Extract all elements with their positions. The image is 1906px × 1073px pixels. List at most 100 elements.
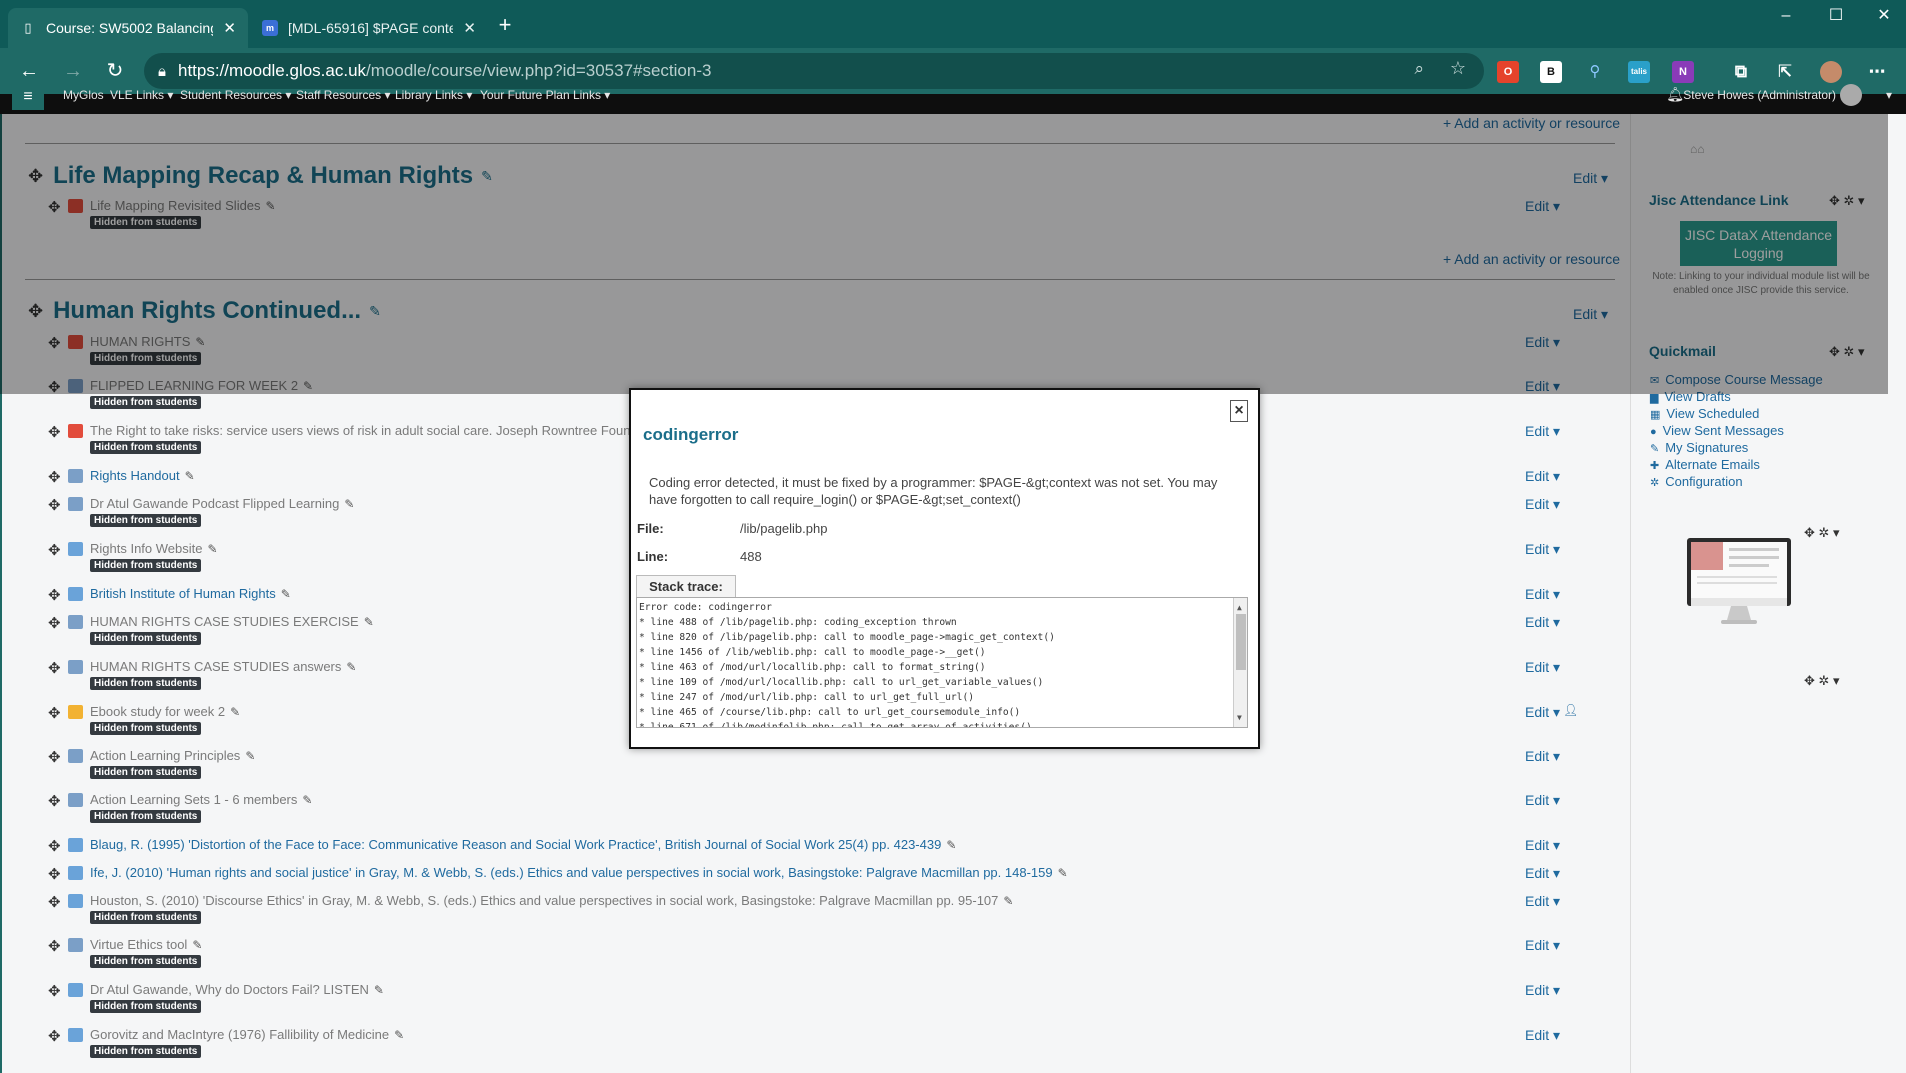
chevron-down-icon[interactable]: ▾ — [1886, 88, 1892, 102]
tab-mdl-tracker[interactable]: m [MDL-65916] $PAGE context erro ✕ — [250, 8, 488, 48]
move-icon[interactable]: ✥ — [48, 496, 61, 514]
activity-name[interactable]: HUMAN RIGHTS CASE STUDIES EXERCISE — [90, 614, 359, 629]
edit-pencil-icon[interactable]: ✎ — [374, 983, 384, 997]
activity-edit-menu[interactable]: Edit ▾ — [1525, 423, 1560, 440]
edit-pencil-icon[interactable]: ✎ — [230, 705, 240, 719]
activity-edit-menu[interactable]: Edit ▾ — [1525, 893, 1560, 910]
edit-pencil-icon[interactable]: ✎ — [302, 793, 312, 807]
favorite-star-icon[interactable]: ☆ — [1450, 58, 1466, 79]
zoom-icon[interactable]: ⌕ — [1414, 59, 1424, 79]
move-icon[interactable]: ✥ — [48, 586, 61, 604]
modal-backdrop[interactable] — [0, 114, 1888, 394]
minimize-button[interactable]: – — [1762, 0, 1810, 32]
onenote-extension-icon[interactable]: N — [1672, 61, 1694, 83]
tab-course[interactable]: ▯ Course: SW5002 Balancing Right ✕ — [8, 8, 248, 48]
activity-edit-menu[interactable]: Edit ▾ — [1525, 496, 1560, 513]
activity-link[interactable]: Dr Atul Gawande, Why do Doctors Fail? LI… — [90, 982, 384, 997]
quickmail-item[interactable]: ✎ My Signatures — [1650, 440, 1748, 455]
activity-name[interactable]: Rights Handout — [90, 468, 180, 483]
talis-extension-icon[interactable]: talis — [1628, 61, 1650, 83]
activity-link[interactable]: Dr Atul Gawande Podcast Flipped Learning… — [90, 496, 354, 511]
activity-name[interactable]: Virtue Ethics tool — [90, 937, 187, 952]
activity-link[interactable]: Rights Handout ✎ — [90, 468, 195, 483]
move-icon[interactable]: ✥ — [48, 659, 61, 677]
activity-edit-menu[interactable]: Edit ▾ — [1525, 659, 1560, 676]
activity-name[interactable]: Ebook study for week 2 — [90, 704, 225, 719]
edit-pencil-icon[interactable]: ✎ — [344, 497, 354, 511]
activity-edit-menu[interactable]: Edit ▾ — [1525, 1027, 1560, 1044]
activity-edit-menu[interactable]: Edit ▾ — [1525, 937, 1560, 954]
activity-name[interactable]: Dr Atul Gawande, Why do Doctors Fail? LI… — [90, 982, 369, 997]
edit-pencil-icon[interactable]: ✎ — [281, 587, 291, 601]
activity-link[interactable]: Ife, J. (2010) 'Human rights and social … — [90, 865, 1068, 880]
stack-trace-tab[interactable]: Stack trace: — [636, 575, 736, 597]
activity-name[interactable]: The Right to take risks: service users v… — [90, 423, 630, 438]
scroll-down-icon[interactable]: ▼ — [1237, 710, 1242, 725]
more-icon[interactable]: ⋯ — [1866, 61, 1888, 83]
move-icon[interactable]: ✥ — [48, 792, 61, 810]
move-icon[interactable]: ✥ — [48, 893, 61, 911]
close-button[interactable]: × — [1230, 400, 1248, 422]
edit-pencil-icon[interactable]: ✎ — [346, 660, 356, 674]
activity-link[interactable]: Action Learning Sets 1 - 6 members ✎ — [90, 792, 312, 807]
bell-icon[interactable]: 🔔︎ — [1666, 86, 1684, 103]
quickmail-item-label[interactable]: View Scheduled — [1666, 406, 1759, 421]
move-icon[interactable]: ✥ — [48, 704, 61, 722]
activity-link[interactable]: Blaug, R. (1995) 'Distortion of the Face… — [90, 837, 956, 852]
nav-staff-resources[interactable]: Staff Resources ▾ — [296, 88, 391, 102]
nav-myglos[interactable]: MyGlos — [63, 88, 104, 102]
quickmail-item[interactable]: ✲ Configuration — [1650, 474, 1743, 489]
edit-pencil-icon[interactable]: ✎ — [192, 938, 202, 952]
activity-edit-menu[interactable]: Edit ▾ — [1525, 704, 1560, 721]
activity-name[interactable]: Dr Atul Gawande Podcast Flipped Learning — [90, 496, 339, 511]
activity-edit-menu[interactable]: Edit ▾ — [1525, 792, 1560, 809]
edit-pencil-icon[interactable]: ✎ — [394, 1028, 404, 1042]
quickmail-item[interactable]: ▦ View Scheduled — [1650, 406, 1759, 421]
block-controls[interactable]: ✥ ✲ ▾ — [1804, 673, 1840, 689]
cv-promo-image[interactable] — [1685, 536, 1793, 626]
move-icon[interactable]: ✥ — [48, 614, 61, 632]
quickmail-item[interactable]: ✚ Alternate Emails — [1650, 457, 1760, 472]
activity-edit-menu[interactable]: Edit ▾ — [1525, 614, 1560, 631]
menu-icon[interactable]: ≡ — [12, 84, 44, 110]
activity-link[interactable]: Houston, S. (2010) 'Discourse Ethics' in… — [90, 893, 1013, 908]
quickmail-item[interactable]: ● View Sent Messages — [1650, 423, 1784, 438]
activity-name[interactable]: Gorovitz and MacIntyre (1976) Fallibilit… — [90, 1027, 389, 1042]
close-window-button[interactable]: ✕ — [1860, 0, 1906, 32]
close-icon[interactable]: ✕ — [463, 19, 476, 37]
activity-edit-menu[interactable]: Edit ▾ — [1525, 468, 1560, 485]
collections-icon[interactable]: ⧉ — [1730, 61, 1752, 83]
activity-edit-menu[interactable]: Edit ▾ — [1525, 982, 1560, 999]
office-extension-icon[interactable]: O — [1497, 61, 1519, 83]
activity-link[interactable]: The Right to take risks: service users v… — [90, 423, 646, 438]
activity-name[interactable]: Blaug, R. (1995) 'Distortion of the Face… — [90, 837, 941, 852]
activity-name[interactable]: Houston, S. (2010) 'Discourse Ethics' in… — [90, 893, 998, 908]
quickmail-item-label[interactable]: View Sent Messages — [1663, 423, 1784, 438]
activity-edit-menu[interactable]: Edit ▾ — [1525, 748, 1560, 765]
block-controls[interactable]: ✥ ✲ ▾ — [1804, 525, 1840, 541]
quickmail-item-label[interactable]: Configuration — [1665, 474, 1742, 489]
activity-link[interactable]: Virtue Ethics tool ✎ — [90, 937, 202, 952]
scrollbar[interactable]: ▲ ▼ — [1233, 598, 1247, 727]
edit-pencil-icon[interactable]: ✎ — [185, 469, 195, 483]
move-icon[interactable]: ✥ — [48, 837, 61, 855]
activity-edit-menu[interactable]: Edit ▾ — [1525, 865, 1560, 882]
scrollbar-thumb[interactable] — [1236, 614, 1246, 670]
close-icon[interactable]: ✕ — [223, 19, 236, 37]
activity-link[interactable]: Rights Info Website ✎ — [90, 541, 218, 556]
activity-edit-menu[interactable]: Edit ▾ — [1525, 837, 1560, 854]
profile-avatar[interactable] — [1820, 61, 1842, 83]
refresh-icon[interactable]: ↻ — [100, 56, 130, 86]
edit-pencil-icon[interactable]: ✎ — [364, 615, 374, 629]
move-icon[interactable]: ✥ — [48, 865, 61, 883]
maximize-button[interactable]: ☐ — [1812, 0, 1860, 32]
activity-name[interactable]: HUMAN RIGHTS CASE STUDIES answers — [90, 659, 341, 674]
key-extension-icon[interactable]: ⚲ — [1584, 61, 1606, 83]
nav-student-resources[interactable]: Student Resources ▾ — [180, 88, 291, 102]
edit-pencil-icon[interactable]: ✎ — [1003, 894, 1013, 908]
scroll-up-icon[interactable]: ▲ — [1237, 600, 1242, 615]
edit-pencil-icon[interactable]: ✎ — [1058, 866, 1068, 880]
avatar[interactable] — [1840, 84, 1862, 106]
quickmail-item-label[interactable]: Alternate Emails — [1665, 457, 1760, 472]
user-menu[interactable]: Steve Howes (Administrator) — [1683, 88, 1836, 102]
